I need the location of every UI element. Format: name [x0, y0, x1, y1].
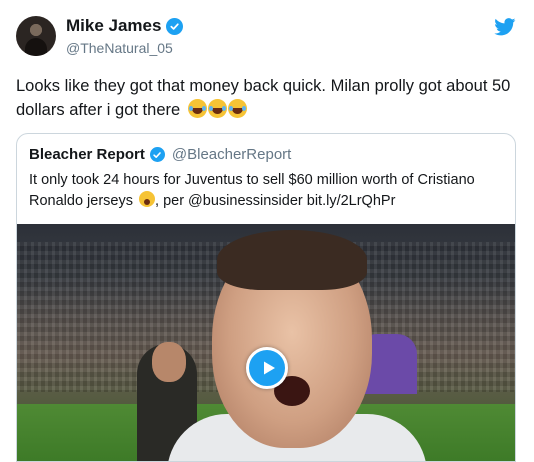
exploding-head-icon	[139, 191, 156, 207]
emoji-group	[187, 99, 247, 118]
play-icon	[263, 361, 275, 375]
video-thumbnail[interactable]	[17, 224, 515, 461]
author-display-name[interactable]: Mike James	[66, 16, 161, 36]
quoted-text-tail: , per @businessinsider bit.ly/2LrQhPr	[155, 193, 396, 209]
face-with-tears-of-joy-icon	[187, 99, 207, 118]
background-player-head	[152, 342, 186, 382]
twitter-bird-icon[interactable]	[494, 18, 516, 36]
quoted-tweet[interactable]: Bleacher Report @BleacherReport It only …	[16, 133, 516, 462]
face-with-tears-of-joy-icon	[207, 99, 227, 118]
tweet-text: Looks like they got that money back quic…	[16, 74, 521, 122]
quoted-tweet-text: It only took 24 hours for Juventus to se…	[29, 170, 505, 212]
author-handle[interactable]: @TheNatural_05	[66, 40, 173, 56]
face-with-tears-of-joy-icon	[227, 99, 247, 118]
quoted-author-handle[interactable]: @BleacherReport	[172, 146, 291, 163]
main-player-hair	[217, 230, 367, 290]
tweet-card: Mike James @TheNatural_05 Looks like the…	[0, 0, 534, 462]
play-button[interactable]	[246, 347, 288, 389]
verified-badge-icon	[166, 17, 184, 35]
avatar[interactable]	[16, 16, 56, 56]
tweet-text-body: Looks like they got that money back quic…	[16, 77, 511, 119]
quoted-author-row: Bleacher Report @BleacherReport	[29, 146, 291, 163]
verified-badge-icon	[149, 147, 165, 162]
author-name-row: Mike James	[66, 16, 184, 36]
quoted-author-name[interactable]: Bleacher Report	[29, 146, 145, 163]
